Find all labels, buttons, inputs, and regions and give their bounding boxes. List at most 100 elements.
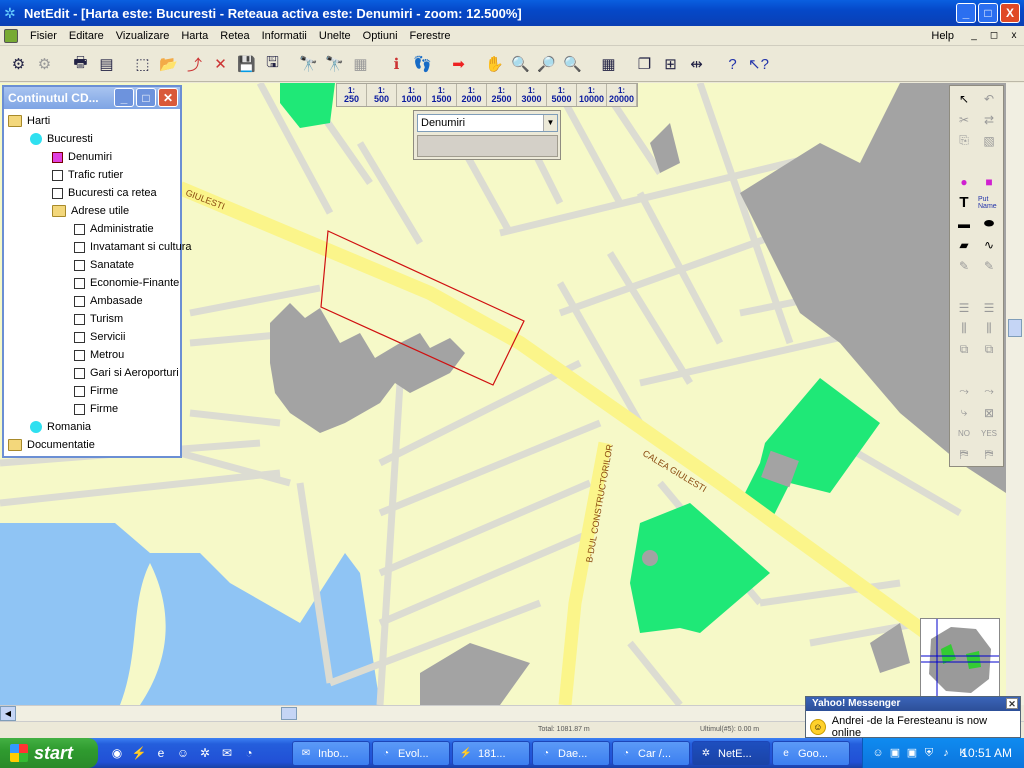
checkbox-checked-icon[interactable]	[52, 151, 63, 163]
tree-item-denumiri[interactable]: Denumiri	[52, 149, 112, 165]
mdi-minimize-button[interactable]: _	[968, 30, 980, 41]
menu-vizualizare[interactable]: Vizualizare	[110, 30, 176, 42]
volume-icon[interactable]: ♪	[939, 746, 953, 760]
align-top-icon[interactable]: ⫼	[953, 319, 975, 338]
panel-close-button[interactable]: ✕	[158, 88, 178, 107]
mdi-restore-button[interactable]: ◻	[988, 30, 1000, 41]
ellipse-tool-icon[interactable]: ⬬	[978, 214, 1000, 233]
checkbox-icon[interactable]	[74, 331, 85, 343]
menu-informatii[interactable]: Informatii	[256, 30, 313, 42]
task-inbox[interactable]: ✉ Inbo...	[292, 741, 370, 766]
checkbox-icon[interactable]	[74, 403, 85, 415]
polyline-tool-icon[interactable]: ∿	[978, 235, 1000, 254]
checkbox-icon[interactable]	[52, 187, 63, 199]
zoom-out-icon[interactable]: 🔍	[560, 51, 585, 78]
node-link-icon[interactable]: ⤳	[953, 382, 975, 401]
menu-retea[interactable]: Retea	[214, 30, 255, 42]
task-car[interactable]: ◔ Car /...	[612, 741, 690, 766]
tree-item-firme-1[interactable]: Firme	[74, 383, 118, 399]
pencil-edit-icon[interactable]: ✎	[978, 256, 1000, 275]
task-evol[interactable]: ◔ Evol...	[372, 741, 450, 766]
tree-item-ambasade[interactable]: Ambasade	[74, 293, 143, 309]
checkbox-icon[interactable]	[74, 277, 85, 289]
netedit-quick-icon[interactable]: ✲	[196, 744, 214, 762]
find-icon[interactable]: 🔭	[296, 51, 321, 78]
align-right-icon[interactable]: ☰	[978, 298, 1000, 317]
cut-route-icon[interactable]: ✕	[208, 51, 233, 78]
tree-item-retea[interactable]: Bucuresti ca retea	[52, 185, 157, 201]
checkbox-icon[interactable]	[74, 385, 85, 397]
task-181[interactable]: ⚡ 181...	[452, 741, 530, 766]
task-google[interactable]: e Goo...	[772, 741, 850, 766]
scissors-icon[interactable]: ✂	[953, 110, 975, 129]
split-icon[interactable]: ⇹	[684, 51, 709, 78]
clock[interactable]: 10:51 AM	[961, 746, 1012, 760]
menu-fisier[interactable]: Fisier	[24, 30, 63, 42]
pointer-icon[interactable]: ↖	[953, 89, 975, 108]
cascade-icon[interactable]: ❐	[632, 51, 657, 78]
menu-optiuni[interactable]: Optiuni	[357, 30, 404, 42]
ie-icon[interactable]: e	[152, 744, 170, 762]
pencil-icon[interactable]: ✎	[953, 256, 975, 275]
overview-minimap[interactable]	[920, 618, 1000, 702]
start-button[interactable]: start	[0, 738, 98, 768]
no-icon[interactable]: NO	[953, 424, 975, 443]
zoom-icon[interactable]: 🔍	[508, 51, 533, 78]
tree-item-gari[interactable]: Gari si Aeroporturi	[74, 365, 179, 381]
scale-500-button[interactable]: 1: 500	[367, 84, 397, 106]
tree-item-romania[interactable]: Romania	[30, 419, 91, 435]
grid-icon[interactable]: ▦	[596, 51, 621, 78]
yes-icon[interactable]: YES	[978, 424, 1000, 443]
yahoo-tray-icon[interactable]: ☺	[871, 746, 885, 760]
task-dae[interactable]: ◔ Dae...	[532, 741, 610, 766]
scale-3000-button[interactable]: 1: 3000	[517, 84, 547, 106]
scale-10000-button[interactable]: 1: 10000	[577, 84, 607, 106]
checkbox-icon[interactable]	[74, 313, 85, 325]
tree-item-servicii[interactable]: Servicii	[74, 329, 125, 345]
sign-right-icon[interactable]: ⛿	[978, 445, 1000, 464]
save-all-icon[interactable]: 🖫	[260, 51, 285, 78]
minimize-button[interactable]: _	[956, 3, 976, 23]
node-link-alt-icon[interactable]: ⤳	[978, 382, 1000, 401]
split-node-icon[interactable]: ⇄	[978, 110, 1000, 129]
find-address-icon[interactable]: 🔭	[322, 51, 347, 78]
info-icon[interactable]: ℹ	[384, 51, 409, 78]
network-icon[interactable]: ▣	[888, 746, 902, 760]
checkbox-icon[interactable]	[74, 241, 85, 253]
point-icon[interactable]: ●	[953, 172, 975, 191]
panel-minimize-button[interactable]: _	[114, 88, 134, 107]
smiley-messenger-icon[interactable]: ☺	[174, 744, 192, 762]
mail-icon[interactable]: ✉	[218, 744, 236, 762]
turn-icon[interactable]: ⤷	[953, 403, 975, 422]
sign-left-icon[interactable]: ⛿	[953, 445, 975, 464]
tree-item-turism[interactable]: Turism	[74, 311, 123, 327]
scale-5000-button[interactable]: 1: 5000	[547, 84, 577, 106]
open-folder-icon[interactable]: 📂	[156, 51, 181, 78]
align-left-icon[interactable]: ☰	[953, 298, 975, 317]
print-preview-icon[interactable]: ▤	[94, 51, 119, 78]
media-icon[interactable]: ◉	[108, 744, 126, 762]
copy-icon[interactable]: ⎘	[953, 131, 975, 150]
tree-item-bucuresti[interactable]: Bucuresti	[30, 131, 93, 147]
distribute-v-icon[interactable]: ⧉	[978, 340, 1000, 359]
winamp-icon[interactable]: ⚡	[130, 744, 148, 762]
scale-250-button[interactable]: 1: 250	[337, 84, 367, 106]
tree-item-administratie[interactable]: Administratie	[74, 221, 154, 237]
notification-close-button[interactable]: ✕	[1006, 698, 1018, 709]
scroll-left-icon[interactable]: ◀	[0, 706, 16, 721]
vertical-scrollbar[interactable]	[1006, 83, 1024, 705]
vertical-scroll-thumb[interactable]	[1008, 319, 1022, 337]
checkbox-icon[interactable]	[74, 295, 85, 307]
tree-item-harti[interactable]: Harti	[8, 113, 50, 129]
rectangle-tool-icon[interactable]: ▬	[953, 214, 975, 233]
undo-icon[interactable]: ↶	[978, 89, 1000, 108]
tree-item-economie[interactable]: Economie-Finante	[74, 275, 179, 291]
scale-1500-button[interactable]: 1: 1500	[427, 84, 457, 106]
restore-button[interactable]: □	[978, 3, 998, 23]
help-icon[interactable]: ?	[720, 51, 745, 78]
scale-1000-button[interactable]: 1: 1000	[397, 84, 427, 106]
chevron-down-icon[interactable]: ▼	[543, 115, 557, 131]
align-bottom-icon[interactable]: ⫼	[978, 319, 1000, 338]
firefox-icon[interactable]: ◔	[240, 744, 258, 762]
scale-20000-button[interactable]: 1: 20000	[607, 84, 637, 106]
